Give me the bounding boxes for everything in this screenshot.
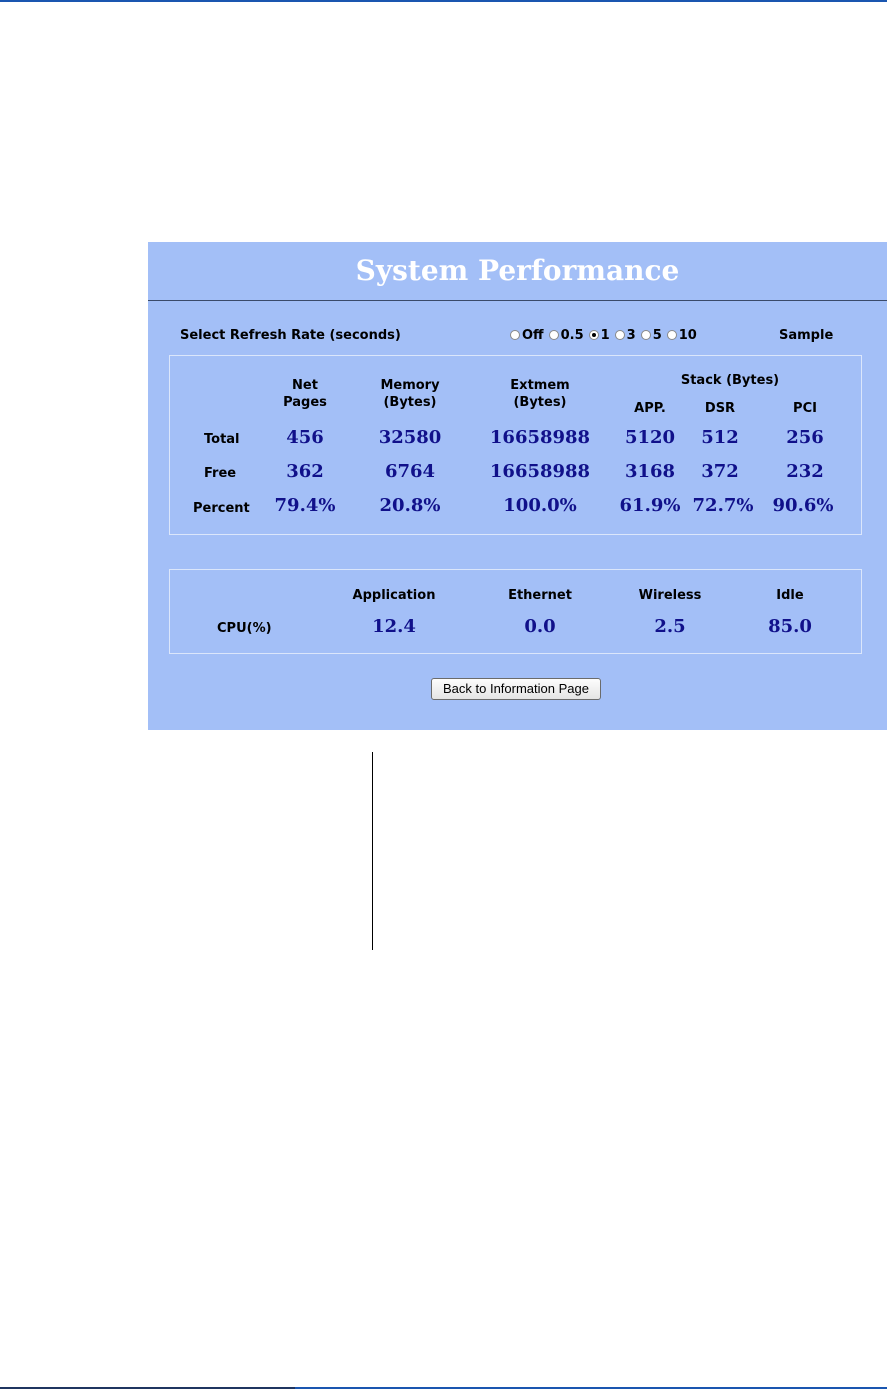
total-pci-value: 256 xyxy=(786,427,824,448)
percent-extmem-value: 100.0% xyxy=(503,495,577,516)
title-divider xyxy=(148,300,887,301)
header-cpu-application: Application xyxy=(352,588,436,603)
radio-icon[interactable] xyxy=(548,330,559,340)
cpu-idle-value: 85.0 xyxy=(768,616,812,637)
header-cpu-ethernet: Ethernet xyxy=(508,588,572,603)
percent-net-pages-value: 79.4% xyxy=(274,495,336,516)
refresh-option-1[interactable]: 1 xyxy=(588,327,610,343)
header-memory-line2: (Bytes) xyxy=(383,395,437,410)
free-net-pages-value: 362 xyxy=(286,461,324,482)
callout-line xyxy=(372,752,373,950)
radio-icon[interactable] xyxy=(510,330,520,340)
cpu-stats-box: Application Ethernet Wireless Idle CPU(%… xyxy=(169,569,862,654)
header-stack-dsr: DSR xyxy=(704,401,736,416)
refresh-option-label: 5 xyxy=(652,327,662,343)
refresh-option-3[interactable]: 3 xyxy=(614,327,636,343)
header-memory-line1: Memory xyxy=(380,378,440,393)
free-memory-value: 6764 xyxy=(384,461,436,482)
header-extmem-line2: (Bytes) xyxy=(513,395,567,410)
total-app-value: 5120 xyxy=(624,427,676,448)
header-extmem-line1: Extmem xyxy=(510,378,570,393)
cpu-application-value: 12.4 xyxy=(372,616,416,637)
refresh-option-5[interactable]: 5 xyxy=(640,327,662,343)
row-label-total: Total xyxy=(204,432,240,447)
total-net-pages-value: 456 xyxy=(286,427,324,448)
header-cpu-idle: Idle xyxy=(776,588,804,603)
refresh-option-0-5[interactable]: 0.5 xyxy=(548,327,584,343)
total-memory-value: 32580 xyxy=(378,427,442,448)
header-stack-pci: PCI xyxy=(793,401,817,416)
row-label-percent: Percent xyxy=(193,501,250,516)
refresh-rate-options: Off 0.5 1 3 5 10 xyxy=(510,326,702,344)
free-app-value: 3168 xyxy=(624,461,676,482)
header-cpu-wireless: Wireless xyxy=(638,588,702,603)
refresh-option-off[interactable]: Off xyxy=(510,328,544,343)
refresh-option-10[interactable]: 10 xyxy=(666,327,697,343)
refresh-option-label: Off xyxy=(522,327,544,343)
row-label-cpu: CPU(%) xyxy=(217,621,272,636)
document-top-rule xyxy=(0,0,887,2)
free-extmem-value: 16658988 xyxy=(489,461,591,482)
refresh-rate-label: Select Refresh Rate (seconds) xyxy=(180,328,401,343)
percent-dsr-value: 72.7% xyxy=(692,495,754,516)
document-bottom-rule-accent xyxy=(0,1387,295,1389)
page-title: System Performance xyxy=(355,254,680,287)
refresh-option-label: 1 xyxy=(600,327,610,343)
row-label-free: Free xyxy=(204,466,237,481)
percent-memory-value: 20.8% xyxy=(379,495,441,516)
sample-label: Sample xyxy=(779,328,834,343)
total-dsr-value: 512 xyxy=(701,427,739,448)
memory-stats-box: Net Pages Memory (Bytes) Extmem (Bytes) … xyxy=(169,355,862,535)
cpu-ethernet-value: 0.0 xyxy=(524,616,556,637)
free-pci-value: 232 xyxy=(786,461,824,482)
header-net-pages-line2: Pages xyxy=(283,395,327,410)
header-memory: Memory (Bytes) xyxy=(365,377,455,411)
header-extmem: Extmem (Bytes) xyxy=(490,377,590,411)
header-net-pages: Net Pages xyxy=(270,377,340,411)
refresh-option-label: 0.5 xyxy=(560,327,584,343)
total-extmem-value: 16658988 xyxy=(489,427,591,448)
header-net-pages-line1: Net xyxy=(292,378,318,393)
back-to-information-page-button[interactable]: Back to Information Page xyxy=(431,678,601,700)
refresh-option-label: 3 xyxy=(626,327,636,343)
percent-pci-value: 90.6% xyxy=(772,495,834,516)
radio-icon[interactable] xyxy=(640,330,651,340)
radio-icon[interactable] xyxy=(614,330,625,340)
radio-checked-icon[interactable] xyxy=(588,330,599,340)
free-dsr-value: 372 xyxy=(701,461,739,482)
refresh-option-label: 10 xyxy=(678,327,697,343)
header-stack-group: Stack (Bytes) xyxy=(680,373,780,388)
cpu-wireless-value: 2.5 xyxy=(654,616,686,637)
percent-app-value: 61.9% xyxy=(619,495,681,516)
header-stack-app: APP. xyxy=(634,401,666,416)
radio-icon[interactable] xyxy=(666,330,677,340)
system-performance-panel: System Performance Select Refresh Rate (… xyxy=(148,242,887,730)
